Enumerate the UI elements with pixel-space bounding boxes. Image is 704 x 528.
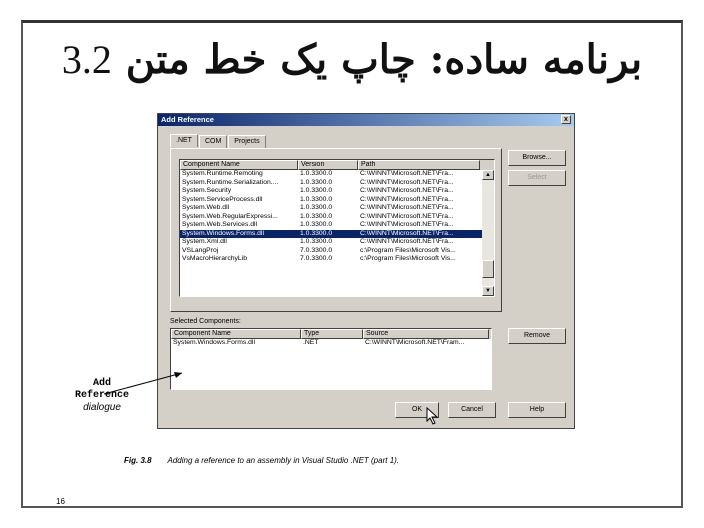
annotation-line-1: Add [92, 378, 111, 389]
annotation-line-2: Reference [74, 390, 129, 401]
figure-number: Fig. 3.8 [124, 456, 152, 465]
page-number: 16 [56, 497, 65, 506]
figure-caption-text: Adding a reference to an assembly in Vis… [167, 456, 400, 465]
annotation-label: Add Reference dialogue [62, 378, 142, 414]
annotation-arrow [103, 372, 183, 395]
annotation-line-3: dialogue [83, 402, 121, 413]
figure-caption: Fig. 3.8 Adding a reference to an assemb… [124, 456, 399, 465]
